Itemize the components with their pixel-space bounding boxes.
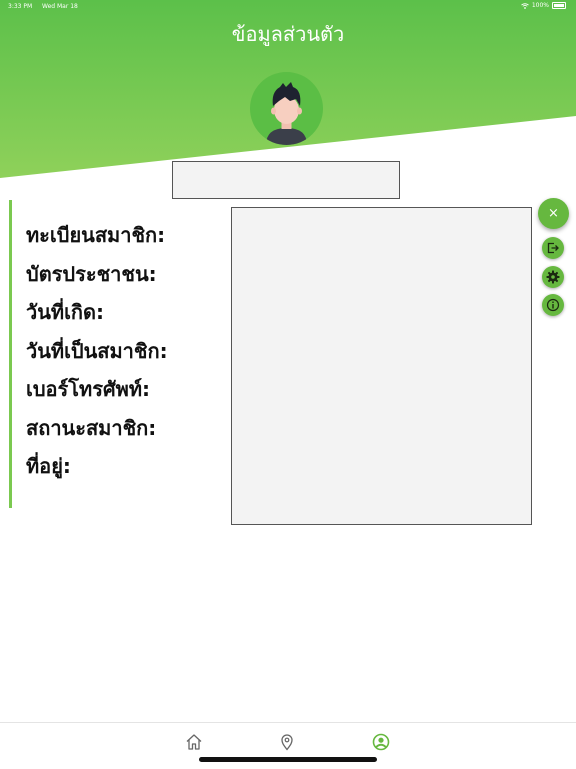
gear-icon: [546, 270, 560, 284]
status-bar: 3:33 PM Wed Mar 18 100%: [0, 0, 576, 14]
label-phone: เบอร์โทรศัพท์:: [26, 377, 151, 401]
info-button[interactable]: [542, 294, 564, 316]
settings-button[interactable]: [542, 266, 564, 288]
status-indicators: 100%: [521, 2, 566, 9]
logout-button[interactable]: [542, 237, 564, 259]
label-address: ที่อยู่:: [26, 454, 71, 478]
status-date: Wed Mar 18: [42, 3, 78, 10]
label-member-status: สถานะสมาชิก:: [26, 415, 157, 440]
accent-bar: [9, 200, 12, 508]
logout-icon: [547, 242, 559, 254]
battery-percent: 100%: [531, 2, 549, 9]
tab-profile[interactable]: [370, 731, 392, 753]
avatar: [250, 72, 323, 145]
home-icon: [186, 734, 202, 750]
battery-icon: [552, 2, 566, 9]
page-title: ข้อมูลส่วนตัว: [231, 22, 345, 46]
member-info-panel: [231, 207, 532, 525]
label-id-card: บัตรประชาชน:: [26, 261, 157, 286]
fab-close-button[interactable]: ×: [538, 198, 569, 229]
user-avatar-icon: [266, 82, 307, 145]
info-icon: [546, 298, 560, 312]
label-member-id: ทะเบียนสมาชิก:: [26, 223, 166, 247]
label-member-since: วันที่เป็นสมาชิก:: [26, 338, 168, 363]
tab-home[interactable]: [183, 731, 205, 753]
label-birth-date: วันที่เกิด:: [26, 300, 105, 324]
profile-labels: ทะเบียนสมาชิก: บัตรประชาชน: วันที่เกิด: …: [26, 216, 168, 486]
tab-location[interactable]: [276, 731, 298, 753]
close-icon: ×: [548, 206, 559, 221]
user-circle-icon: [372, 733, 390, 751]
member-name-field: [172, 161, 400, 199]
location-pin-icon: [281, 734, 293, 751]
wifi-icon: [521, 2, 529, 9]
home-indicator[interactable]: [199, 757, 377, 762]
status-time: 3:33 PM: [8, 3, 33, 10]
